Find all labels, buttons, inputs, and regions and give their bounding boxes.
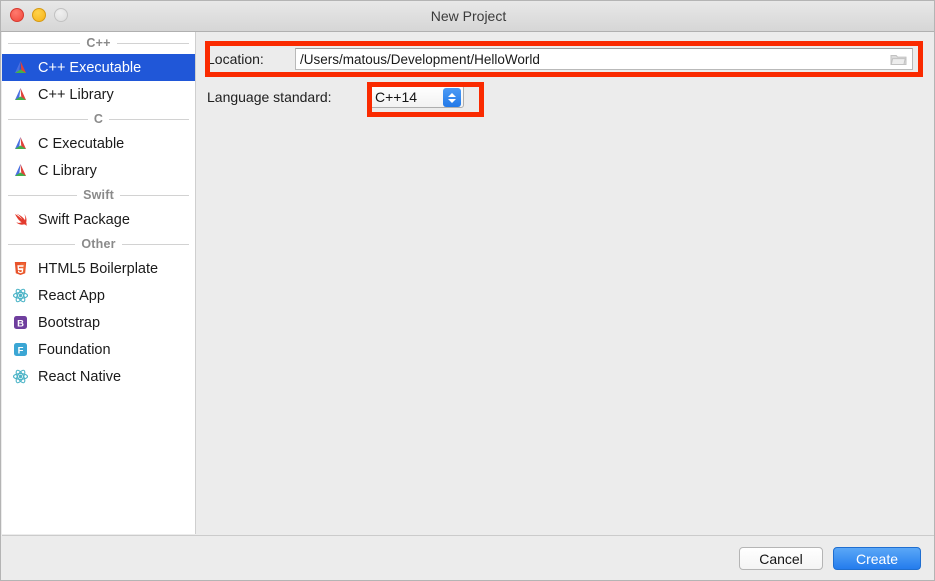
sidebar-item-cpp-executable[interactable]: C++ Executable — [2, 54, 195, 81]
divider-rule — [109, 118, 190, 120]
divider-rule — [8, 42, 81, 44]
cancel-button[interactable]: Cancel — [739, 547, 823, 570]
sidebar-item-swift-package[interactable]: Swift Package — [2, 206, 195, 233]
divider-rule — [119, 194, 190, 196]
clion-triangle-icon — [12, 86, 29, 103]
sidebar-item-label: C Executable — [38, 135, 125, 152]
sidebar-item-label: C++ Executable — [38, 59, 142, 76]
react-atom-icon — [12, 287, 29, 304]
clion-triangle-icon — [12, 162, 29, 179]
sidebar-group-header-cpp: C++ — [2, 32, 195, 54]
group-title: C++ — [86, 36, 111, 50]
location-value: /Users/matous/Development/HelloWorld — [300, 51, 540, 67]
foundation-f-icon: F — [12, 341, 29, 358]
stepper-arrows-icon[interactable] — [443, 88, 461, 107]
sidebar-group-header-other: Other — [2, 233, 195, 255]
divider-rule — [8, 243, 76, 245]
sidebar-item-react-app[interactable]: React App — [2, 282, 195, 309]
sidebar-item-c-library[interactable]: C Library — [2, 157, 195, 184]
sidebar-item-bootstrap[interactable]: B Bootstrap — [2, 309, 195, 336]
group-title: Other — [81, 237, 116, 251]
sidebar-item-react-native[interactable]: React Native — [2, 363, 195, 390]
language-standard-select[interactable]: C++14 — [367, 85, 464, 108]
react-atom-icon — [12, 368, 29, 385]
sidebar-item-label: C Library — [38, 162, 97, 179]
sidebar-item-cpp-library[interactable]: C++ Library — [2, 81, 195, 108]
chevron-up-icon — [448, 92, 456, 97]
divider-rule — [121, 243, 189, 245]
sidebar-item-label: C++ Library — [38, 86, 114, 103]
sidebar-item-label: React Native — [38, 368, 122, 385]
group-title: C — [93, 112, 104, 126]
new-project-dialog: New Project C++ C++ Executable C++ Libra… — [0, 0, 935, 581]
divider-rule — [116, 42, 190, 44]
svg-text:F: F — [18, 345, 24, 356]
html5-shield-icon — [12, 260, 29, 277]
sidebar-item-c-executable[interactable]: C Executable — [2, 130, 195, 157]
sidebar-item-label: Bootstrap — [38, 314, 101, 331]
sidebar-item-html5-boilerplate[interactable]: HTML5 Boilerplate — [2, 255, 195, 282]
language-standard-field-row: Language standard: C++14 — [207, 85, 464, 108]
svg-text:B: B — [17, 318, 24, 329]
clion-triangle-icon — [12, 59, 29, 76]
title-bar: New Project — [1, 1, 934, 32]
clion-triangle-icon — [12, 135, 29, 152]
project-options-panel: Location: /Users/matous/Development/Hell… — [197, 32, 934, 534]
window-title: New Project — [430, 8, 507, 24]
location-label: Location: — [207, 51, 264, 67]
dialog-footer: Cancel Create — [2, 535, 934, 580]
location-field-row: Location: /Users/matous/Development/Hell… — [207, 48, 913, 70]
location-input[interactable]: /Users/matous/Development/HelloWorld — [295, 48, 913, 70]
divider-rule — [8, 194, 78, 196]
sidebar-group-header-swift: Swift — [2, 184, 195, 206]
language-standard-value: C++14 — [375, 88, 418, 105]
bootstrap-b-icon: B — [12, 314, 29, 331]
sidebar-group-header-c: C — [2, 108, 195, 130]
chevron-down-icon — [448, 98, 456, 103]
sidebar-item-label: HTML5 Boilerplate — [38, 260, 159, 277]
project-template-sidebar[interactable]: C++ C++ Executable C++ Library C C Execu… — [2, 32, 196, 534]
divider-rule — [8, 118, 88, 120]
language-standard-label: Language standard: — [207, 88, 332, 105]
sidebar-item-label: Foundation — [38, 341, 111, 358]
group-title: Swift — [83, 188, 114, 202]
sidebar-item-foundation[interactable]: F Foundation — [2, 336, 195, 363]
sidebar-item-label: Swift Package — [38, 211, 130, 228]
create-button[interactable]: Create — [833, 547, 921, 570]
swift-bird-icon — [12, 211, 29, 228]
sidebar-item-label: React App — [38, 287, 105, 304]
folder-icon[interactable] — [890, 52, 907, 67]
